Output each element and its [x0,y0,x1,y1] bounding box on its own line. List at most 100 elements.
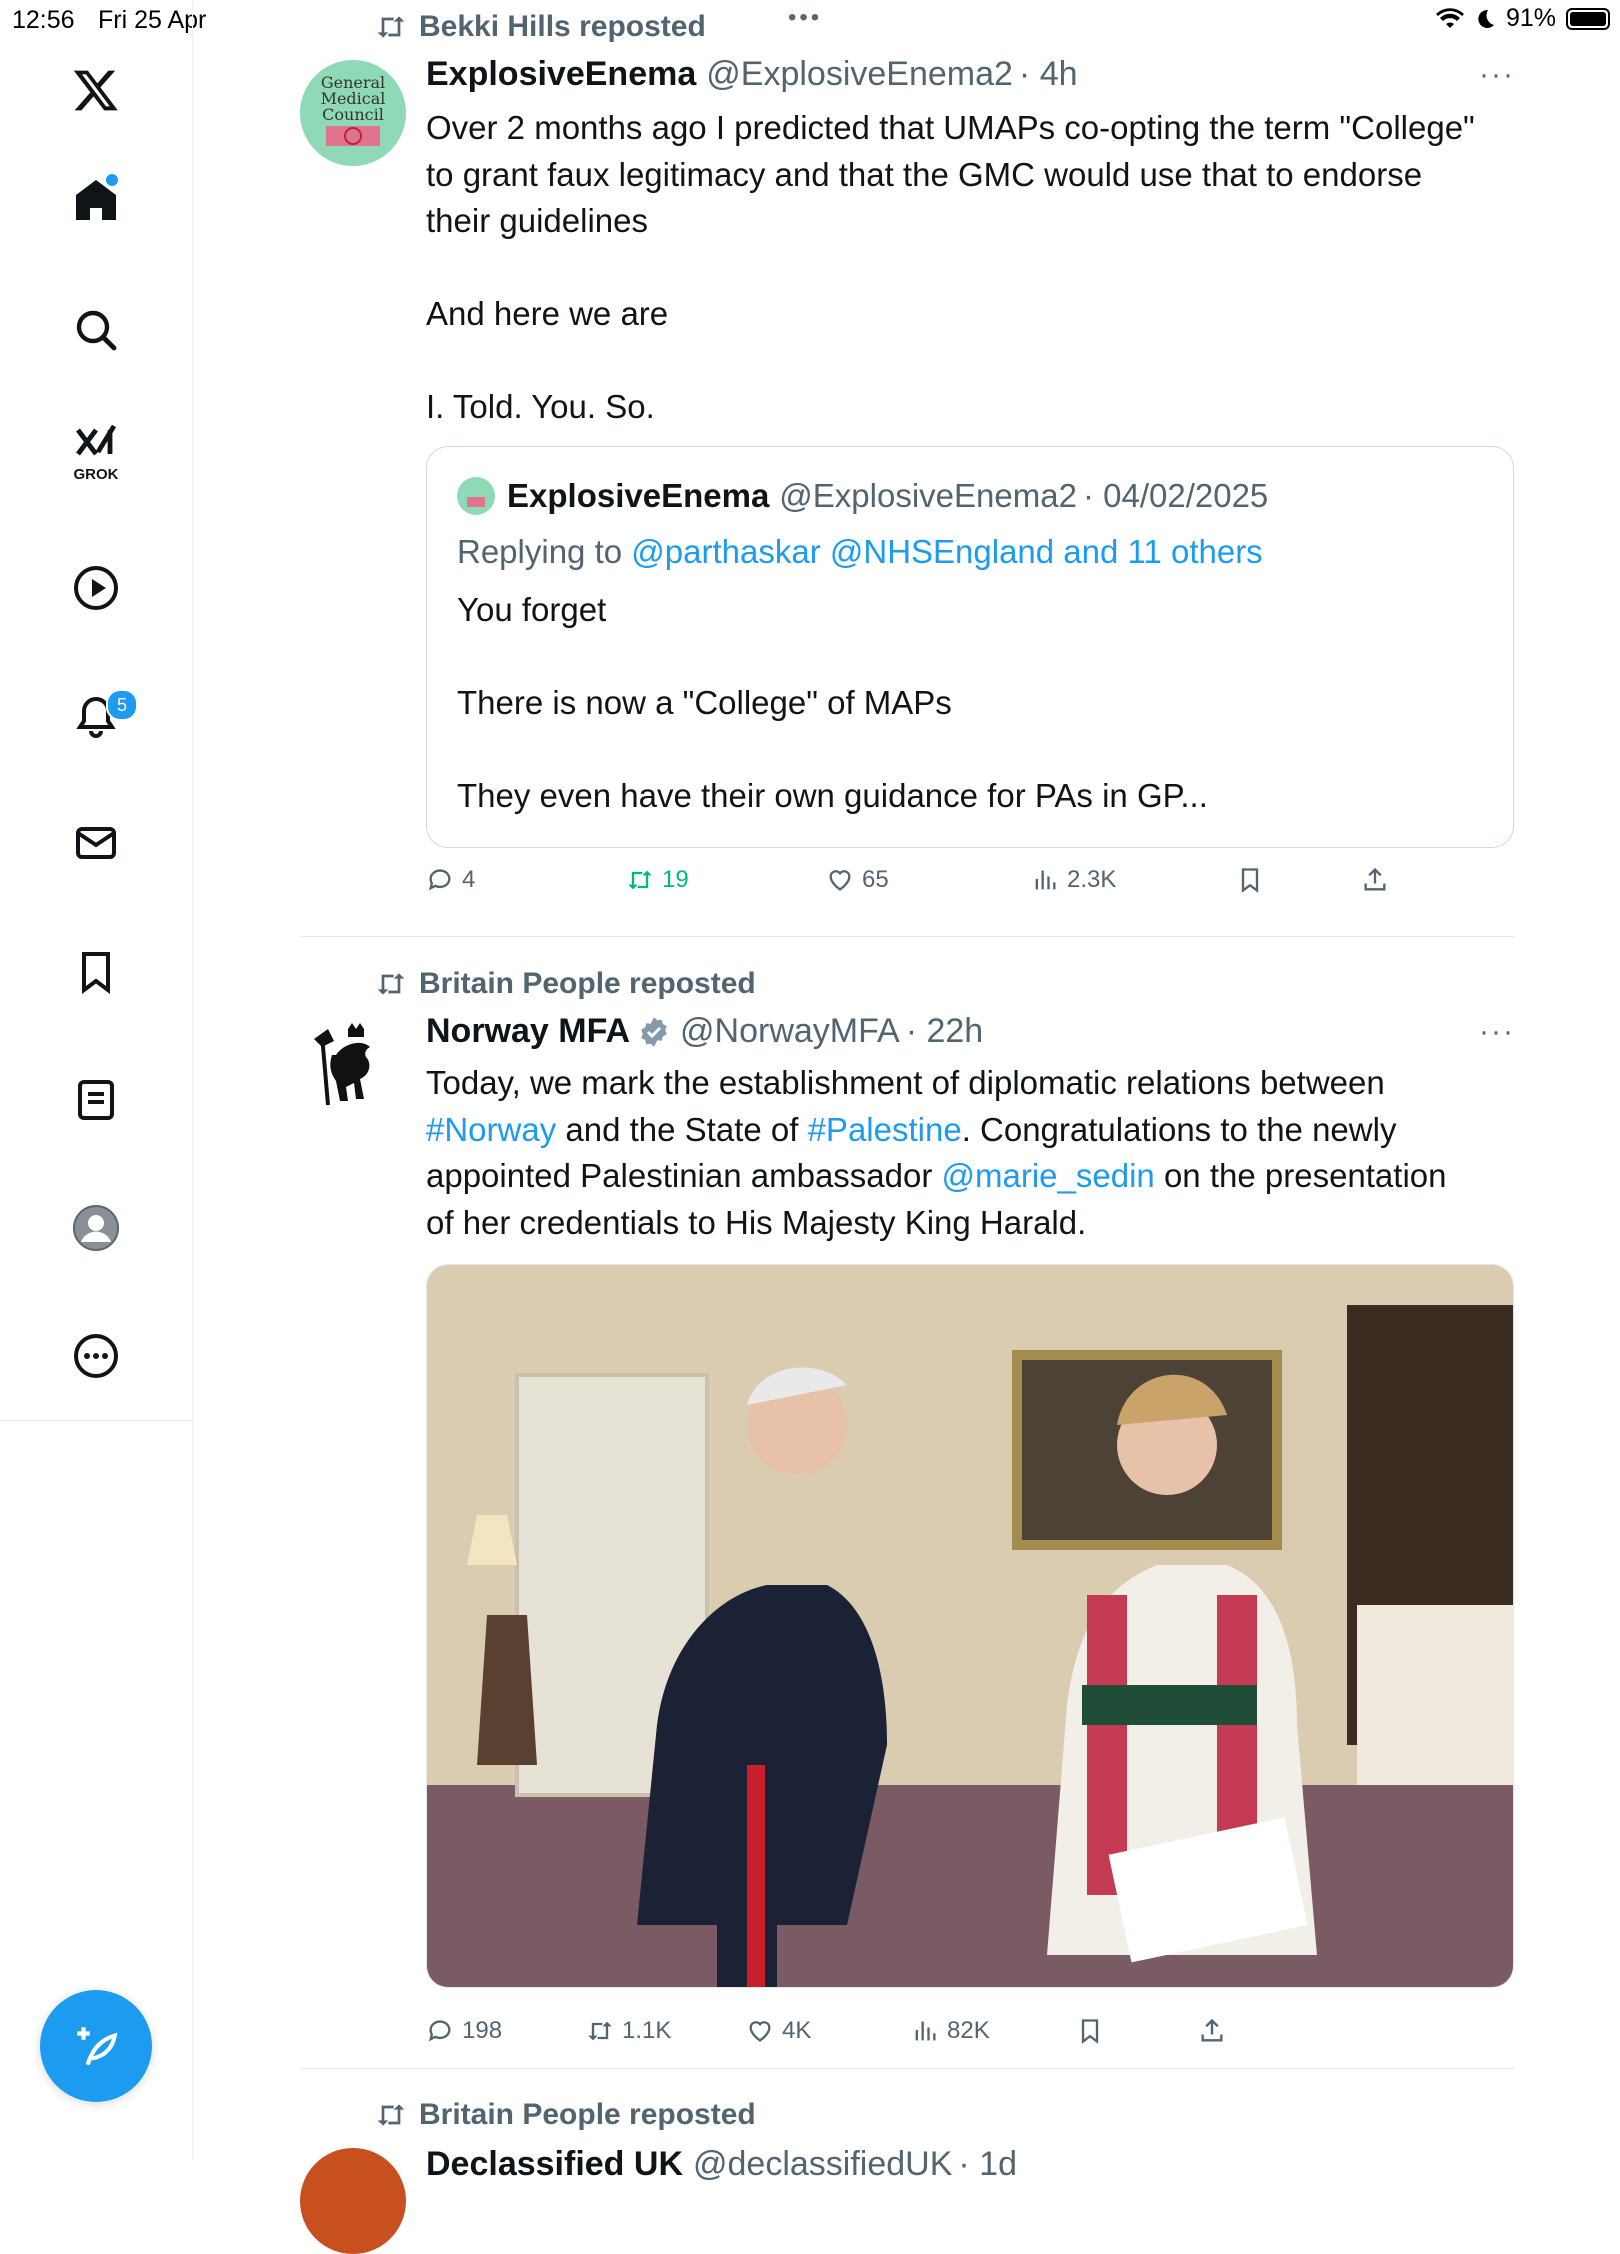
display-name[interactable]: Norway MFA [426,1012,630,1051]
repost-count: 1.1K [622,2017,672,2044]
nav-video[interactable] [56,548,136,628]
like-count: 4K [782,2017,812,2044]
retweet-icon [628,870,652,890]
reply-button[interactable]: 198 [426,2017,502,2045]
compose-feather-icon [77,2027,118,2066]
nav-messages[interactable] [56,803,136,883]
search-icon [76,310,117,351]
status-bar: 12:56 Fri 25 Apr ••• 91% [0,0,1620,40]
heart-icon [829,870,851,891]
nav-profile[interactable] [56,1188,136,1268]
share-button[interactable] [1361,866,1389,894]
tweet-header: ExplosiveEnema @ExplosiveEnema2 · 4h [426,55,1078,94]
repost-label: Bekki Hills reposted [419,10,706,43]
nav-grok[interactable]: GROK [56,410,136,490]
user-handle[interactable]: @NorwayMFA [680,1012,900,1051]
retweet-icon [377,973,405,995]
quoted-tweet[interactable]: ExplosiveEnema @ExplosiveEnema2 · 04/02/… [426,446,1514,848]
user-handle[interactable]: @declassifiedUK [693,2145,952,2184]
mention-marie-sedin[interactable]: @marie_sedin [942,1157,1155,1194]
svg-text:Council: Council [322,105,384,124]
hashtag-palestine[interactable]: #Palestine [808,1111,962,1148]
quote-handle[interactable]: @ExplosiveEnema2 [779,477,1077,515]
bookmark-button[interactable] [1236,866,1264,894]
gmc-avatar-image: General Medical Council [300,60,406,166]
nav-lists[interactable] [56,1060,136,1140]
display-name[interactable]: ExplosiveEnema [426,55,696,94]
tweet-actions: 4 19 65 2.3K [426,866,1426,906]
replying-to: Replying to @parthaskar @NHSEngland and … [457,533,1263,571]
views-button[interactable]: 82K [911,2017,990,2045]
views-count: 82K [947,2017,990,2044]
verified-badge-icon [641,1016,667,1047]
share-icon [1201,2018,1223,2042]
tweet-header: Norway MFA @NorwayMFA · 22h [426,1012,983,1051]
nav-more[interactable] [56,1316,136,1396]
user-handle[interactable]: @ExplosiveEnema2 [706,55,1013,94]
views-button[interactable]: 2.3K [1031,866,1116,894]
tweet-actions: 198 1.1K 4K 82K [426,2017,1426,2057]
display-name[interactable]: Declassified UK [426,2145,683,2184]
x-logo-icon [73,70,118,111]
tweet-text: Today, we mark the establishment of dipl… [426,1060,1516,1246]
x-logo-button[interactable] [56,50,136,130]
retweet-icon [377,2104,405,2126]
tweet-time[interactable]: · 22h [906,1012,984,1051]
quote-date: · 04/02/2025 [1082,477,1269,514]
text-part: and the State of [556,1110,808,1148]
views-count: 2.3K [1067,866,1117,893]
avatar[interactable]: General Medical Council [300,60,406,166]
more-icon [74,1334,118,1378]
play-icon [74,566,118,610]
tweet-divider [300,2068,1515,2069]
nav-search[interactable] [56,290,136,370]
tweet-text: Over 2 months ago I predicted that UMAPs… [426,109,1475,425]
like-button[interactable]: 65 [826,866,889,894]
nav-home[interactable] [56,160,136,240]
like-button[interactable]: 4K [746,2017,811,2045]
views-icon [1035,870,1056,890]
views-icon [915,2021,936,2041]
nav-bookmarks[interactable] [56,932,136,1012]
text-part: Today, we mark the establishment of dipl… [426,1064,1385,1101]
share-button[interactable] [1198,2017,1226,2045]
tweet-header: Declassified UK @declassifiedUK · 1d [426,2145,1017,2184]
replying-prefix: Replying to [457,533,623,570]
reply-button[interactable]: 4 [426,866,475,894]
repost-context[interactable]: Bekki Hills reposted [375,10,706,44]
retweet-icon [377,16,405,38]
heart-icon [749,2021,771,2042]
reply-count: 198 [462,2017,503,2044]
retweet-icon [588,2021,612,2041]
repost-context[interactable]: Britain People reposted [375,967,756,1001]
repost-button[interactable]: 19 [626,866,689,894]
bookmark-icon [1081,2019,1099,2044]
tweet-more-button[interactable]: ··· [1479,58,1515,92]
repost-label: Britain People reposted [419,2098,756,2131]
nav-notifications[interactable]: 5 [56,677,138,757]
tweet-time[interactable]: · 1d [958,2145,1017,2184]
avatar[interactable] [300,1015,406,1121]
repost-button[interactable]: 1.1K [586,2017,671,2045]
reply-icon [428,869,451,891]
reply-icon [428,2020,451,2042]
tweet-more-button[interactable]: ··· [1479,1015,1515,1049]
tweet-time[interactable]: · 4h [1019,55,1078,94]
repost-count: 19 [662,866,689,893]
hashtag-norway[interactable]: #Norway [426,1111,556,1148]
bookmark-icon [82,952,110,994]
tweet-photo[interactable] [426,1264,1514,1988]
repost-label: Britain People reposted [419,967,756,1000]
credentials-ceremony-photo [427,1265,1513,1987]
multitasking-dots[interactable]: ••• [788,4,822,32]
bookmark-button[interactable] [1076,2017,1104,2045]
quote-text: You forget There is now a "College" of M… [457,591,1208,814]
repost-context[interactable]: Britain People reposted [375,2098,756,2132]
quote-display-name[interactable]: ExplosiveEnema [507,477,769,515]
avatar[interactable] [300,2148,406,2254]
moon-icon [1478,9,1494,28]
battery-percent: 91% [1505,4,1556,32]
status-right: 91% [1435,4,1610,33]
replying-to-users[interactable]: @parthaskar @NHSEngland and 11 others [631,533,1262,570]
compose-post-button[interactable] [40,1990,152,2102]
